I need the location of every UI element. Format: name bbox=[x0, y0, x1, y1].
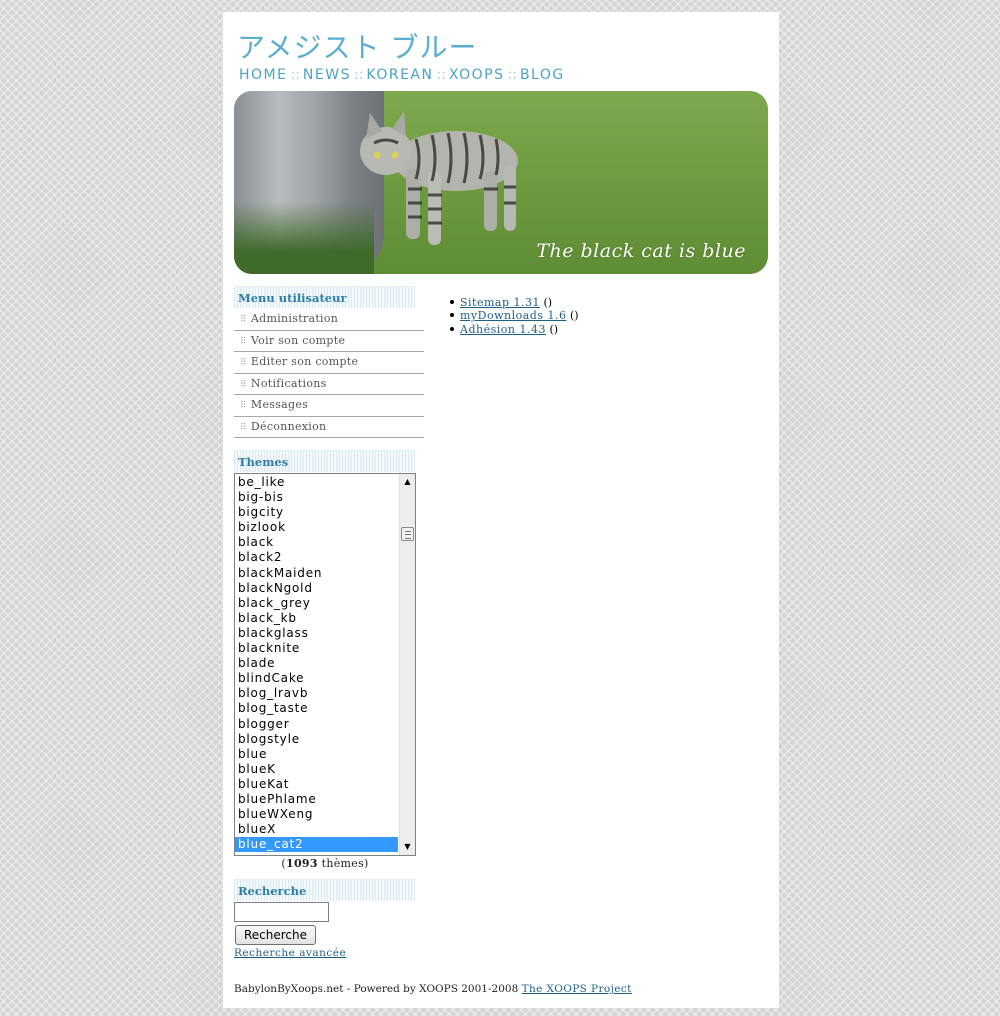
menu-item-label: Administration bbox=[250, 312, 339, 325]
footer: BabylonByXoops.net - Powered by XOOPS 20… bbox=[234, 983, 632, 995]
theme-option[interactable]: black_grey bbox=[235, 596, 398, 611]
nav-separator: :: bbox=[436, 67, 446, 83]
theme-option[interactable]: blogstyle bbox=[235, 732, 398, 747]
theme-option[interactable]: blog_taste bbox=[235, 701, 398, 716]
list-item: myDownloads 1.6 () bbox=[448, 309, 579, 322]
top-nav: HOME:: NEWS:: KOREAN:: XOOPS:: BLOG bbox=[239, 67, 565, 85]
theme-option[interactable]: blog_lravb bbox=[235, 686, 398, 701]
module-suffix: () bbox=[543, 296, 553, 309]
theme-option[interactable]: blackMaiden bbox=[235, 566, 398, 581]
theme-option[interactable]: big-bis bbox=[235, 490, 398, 505]
theme-option[interactable]: blade bbox=[235, 656, 398, 671]
advanced-search-link[interactable]: Recherche avancée bbox=[234, 947, 346, 959]
theme-option[interactable]: blacknite bbox=[235, 641, 398, 656]
bullet-icon bbox=[450, 313, 454, 318]
theme-option[interactable]: blueWXeng bbox=[235, 807, 398, 822]
menu-item-label: Editer son compte bbox=[250, 355, 359, 368]
page-container: アメジスト ブルー HOME:: NEWS:: KOREAN:: XOOPS:: BLO… bbox=[223, 12, 779, 1008]
menu-item-label: Messages bbox=[250, 398, 309, 411]
list-item: Adhésion 1.43 () bbox=[448, 323, 579, 336]
menu-item-view-account[interactable]: ⠿ Voir son compte bbox=[234, 331, 424, 352]
nav-separator: :: bbox=[353, 67, 364, 83]
theme-option[interactable]: black bbox=[235, 535, 398, 550]
header-banner: The black cat is blue bbox=[234, 91, 768, 274]
grip-icon bbox=[405, 531, 411, 539]
theme-option[interactable]: bluePhlame bbox=[235, 792, 398, 807]
bullet-icon: ⠿ bbox=[240, 401, 247, 411]
bullet-icon bbox=[450, 300, 454, 304]
theme-option[interactable]: bigcity bbox=[235, 505, 398, 520]
theme-option[interactable]: blogger bbox=[235, 717, 398, 732]
module-link-adhesion[interactable]: Adhésion 1.43 bbox=[460, 323, 546, 336]
menu-item-messages[interactable]: ⠿ Messages bbox=[234, 395, 424, 417]
scroll-down-arrow-icon[interactable]: ▼ bbox=[400, 839, 415, 855]
scroll-thumb[interactable] bbox=[401, 527, 414, 541]
theme-count: (1093 thèmes) bbox=[281, 857, 369, 870]
nav-news[interactable]: NEWS bbox=[303, 67, 351, 83]
nav-korean[interactable]: KOREAN bbox=[366, 67, 433, 83]
menu-item-label: Notifications bbox=[250, 376, 327, 390]
footer-text: BabylonByXoops.net - Powered by XOOPS 20… bbox=[234, 983, 519, 995]
nav-home[interactable]: HOME bbox=[239, 67, 287, 83]
nav-blog[interactable]: BLOG bbox=[520, 67, 565, 83]
theme-option[interactable]: blueKat bbox=[235, 777, 398, 792]
theme-option[interactable]: black2 bbox=[235, 550, 398, 565]
theme-option[interactable]: blue_cat2 bbox=[235, 837, 398, 853]
bullet-icon: ⠿ bbox=[240, 422, 247, 433]
module-link-mydownloads[interactable]: myDownloads 1.6 bbox=[460, 309, 566, 322]
menu-item-label: Déconnexion bbox=[250, 419, 327, 433]
bullet-icon bbox=[450, 326, 454, 331]
user-menu: ⠿ Administration ⠿ Voir son compte ⠿ Editer… bbox=[234, 309, 424, 438]
menu-item-label: Voir son compte bbox=[250, 333, 346, 347]
banner-caption: The black cat is blue bbox=[536, 240, 746, 262]
site-title[interactable]: アメジスト ブルー bbox=[237, 26, 478, 66]
nav-xoops[interactable]: XOOPS bbox=[449, 67, 505, 83]
nav-separator: :: bbox=[290, 67, 300, 83]
theme-select-list[interactable]: be_like big-bis bigcity bizlook black black2 b… bbox=[234, 473, 416, 856]
menu-item-administration[interactable]: ⠿ Administration bbox=[234, 309, 424, 331]
theme-option[interactable]: blueK bbox=[235, 762, 398, 777]
theme-option[interactable]: blue bbox=[235, 747, 398, 762]
theme-option[interactable]: blackglass bbox=[235, 626, 398, 641]
module-link-sitemap[interactable]: Sitemap 1.31 bbox=[460, 296, 540, 309]
themes-title: Themes bbox=[234, 450, 415, 472]
module-suffix: () bbox=[569, 309, 579, 323]
theme-option[interactable]: blueX bbox=[235, 822, 398, 837]
theme-count-number: 1093 bbox=[285, 857, 318, 870]
search-title: Recherche bbox=[234, 879, 415, 901]
theme-option[interactable]: bizlook bbox=[235, 520, 398, 535]
scroll-up-arrow-icon[interactable]: ▲ bbox=[400, 474, 415, 490]
module-suffix: () bbox=[549, 322, 559, 336]
menu-item-edit-account[interactable]: ⠿ Editer son compte bbox=[234, 352, 424, 374]
bullet-icon: ⠿ bbox=[240, 336, 247, 347]
search-button[interactable]: Recherche bbox=[235, 925, 316, 945]
theme-options: be_like big-bis bigcity bizlook black black2 b… bbox=[235, 475, 398, 853]
theme-option[interactable]: be_like bbox=[235, 475, 398, 490]
list-item: Sitemap 1.31 () bbox=[448, 296, 579, 309]
scrollbar[interactable]: ▲ ▼ bbox=[399, 474, 415, 855]
bullet-icon: ⠿ bbox=[240, 315, 247, 325]
theme-option[interactable]: black_kb bbox=[235, 611, 398, 626]
footer-xoops-link[interactable]: The XOOPS Project bbox=[522, 983, 632, 995]
bullet-icon: ⠿ bbox=[240, 379, 247, 390]
menu-item-logout[interactable]: ⠿ Déconnexion bbox=[234, 417, 424, 438]
search-input[interactable] bbox=[234, 902, 329, 922]
module-list: Sitemap 1.31 () myDownloads 1.6 () Adhés… bbox=[448, 296, 579, 336]
theme-option[interactable]: blindCake bbox=[235, 671, 398, 686]
menu-item-notifications[interactable]: ⠿ Notifications bbox=[234, 374, 424, 395]
cat-graphic bbox=[360, 111, 518, 245]
nav-separator: :: bbox=[507, 67, 517, 83]
theme-count-label: thèmes bbox=[321, 857, 365, 870]
theme-option[interactable]: blackNgold bbox=[235, 581, 398, 596]
user-menu-title: Menu utilisateur bbox=[234, 286, 415, 308]
bullet-icon: ⠿ bbox=[240, 358, 247, 368]
